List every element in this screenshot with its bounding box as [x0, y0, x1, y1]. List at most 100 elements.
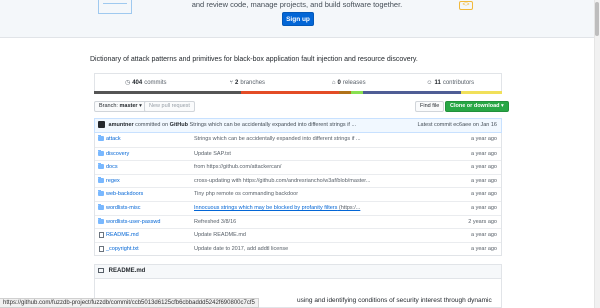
committed-text: committed on	[135, 122, 169, 128]
file-row: regex cross-updating with https://github…	[95, 173, 501, 188]
file-row: web-backdoors Tiny php remote os command…	[95, 187, 501, 201]
folder-icon	[98, 190, 104, 197]
file-commit-message[interactable]: Innocuous strings which may be blocked b…	[194, 202, 360, 215]
branches-count: 2	[235, 79, 239, 86]
contributors-label: contributors	[442, 79, 475, 86]
file-row: discovery Update SAP.txt a year ago	[95, 146, 501, 161]
file-icon	[99, 232, 104, 239]
folder-icon	[98, 135, 104, 141]
file-name[interactable]: wordlists-user-passwd	[106, 216, 160, 229]
file-name[interactable]: wordlists-misc	[106, 202, 141, 215]
commit-sha[interactable]: ec6aee	[453, 122, 471, 128]
repo-description: Dictionary of attack patterns and primit…	[90, 56, 418, 63]
history-icon: ◷	[124, 80, 131, 86]
latest-commit-label: Latest commit	[417, 122, 452, 128]
file-row: README.md Update README.md a year ago	[95, 228, 501, 242]
chevron-down-icon: ▾	[501, 103, 504, 109]
language-segment	[94, 91, 241, 94]
signup-banner: <> and review code, manage projects, and…	[0, 0, 594, 38]
file-row: _copyright.txt Update date to 2017, add …	[95, 241, 501, 256]
file-icon	[99, 245, 104, 252]
file-age: a year ago	[471, 177, 497, 184]
latest-commit-info: Latest commit ec6aee on Jan 16	[417, 119, 497, 132]
language-segment	[461, 91, 502, 94]
branch-value: master	[119, 103, 138, 109]
commit-message-rest: (https:/...	[337, 204, 361, 211]
repo-stats-bar: ◷ 404 commits ⑂ 2 branches ⌂ 0 releases …	[94, 73, 502, 91]
language-segment	[240, 91, 339, 94]
people-icon: ☺	[426, 79, 433, 86]
folder-icon	[98, 203, 104, 210]
readme-text: using and identifying conditions of secu…	[297, 297, 492, 304]
file-age: a year ago	[471, 191, 497, 198]
clone-download-button[interactable]: Clone or download ▾	[445, 101, 509, 112]
file-commit-message[interactable]: Refreshed 3/8/16	[194, 216, 236, 229]
file-commit-message[interactable]: from https://github.com/attackercan/	[194, 161, 281, 174]
language-segment	[363, 91, 462, 94]
file-row: attack Strings which can be accidentally…	[95, 133, 501, 147]
banner-text: and review code, manage projects, and bu…	[191, 0, 403, 9]
folder-icon	[98, 217, 104, 224]
file-commit-message[interactable]: cross-updating with https://github.com/a…	[194, 175, 370, 188]
releases-label: releases	[342, 79, 366, 86]
tag-icon: ⌂	[331, 79, 336, 86]
folder-icon	[98, 149, 104, 156]
branches-label: branches	[240, 79, 266, 86]
language-bar[interactable]	[94, 91, 502, 94]
file-name[interactable]: attack	[106, 133, 121, 146]
language-segment	[338, 91, 352, 94]
commit-via: GitHub	[169, 122, 189, 128]
folder-icon	[98, 163, 104, 170]
file-name[interactable]: _copyright.txt	[106, 243, 139, 256]
file-row: wordlists-misc Innocuous strings which m…	[95, 200, 501, 215]
avatar[interactable]	[98, 121, 105, 129]
file-commit-message[interactable]: Strings which can be accidentally expand…	[194, 133, 361, 146]
commits-count: 404	[132, 79, 143, 86]
file-name[interactable]: docs	[106, 161, 118, 174]
language-segment	[351, 91, 364, 94]
file-age: a year ago	[471, 136, 497, 142]
file-age: a year ago	[471, 150, 497, 157]
readme-title: README.md	[108, 268, 146, 274]
hovered-commit-link[interactable]: Innocuous strings which may be blocked b…	[194, 205, 337, 211]
file-row: wordlists-user-passwd Refreshed 3/8/16 2…	[95, 214, 501, 229]
file-commit-message[interactable]: Update SAP.txt	[194, 148, 231, 161]
page-scrollbar[interactable]	[594, 0, 600, 308]
commits-label: commits	[144, 79, 167, 86]
commit-message[interactable]: Strings which can be accidentally expand…	[190, 122, 357, 128]
releases-count: 0	[337, 79, 341, 86]
commits-link[interactable]: ◷ 404 commits	[95, 74, 197, 91]
file-name[interactable]: README.md	[106, 229, 139, 242]
status-bar-url: https://github.com/fuzzdb-project/fuzzdb…	[0, 298, 259, 308]
book-icon	[98, 267, 104, 273]
readme-header: README.md	[94, 264, 502, 279]
file-name[interactable]: web-backdoors	[106, 188, 143, 201]
file-commit-message[interactable]: Update date to 2017, add addtl license	[194, 243, 288, 256]
file-age: a year ago	[471, 245, 497, 252]
folder-icon	[98, 176, 104, 183]
file-commit-message[interactable]: Tiny php remote os commanding backdoor	[194, 188, 298, 201]
chevron-down-icon: ▾	[139, 103, 142, 109]
file-row: docs from https://github.com/attackercan…	[95, 160, 501, 174]
signup-button[interactable]: Sign up	[282, 12, 314, 26]
releases-link[interactable]: ⌂ 0 releases	[298, 74, 400, 91]
find-file-button[interactable]: Find file	[415, 101, 445, 112]
commit-date: on Jan 16	[472, 122, 497, 128]
file-commit-message[interactable]: Update README.md	[194, 229, 246, 242]
commit-author[interactable]: amuntner	[109, 122, 134, 128]
branch-select-button[interactable]: Branch: master ▾	[94, 101, 147, 112]
latest-commit-bar: amuntner committed on GitHub Strings whi…	[94, 118, 502, 133]
file-name[interactable]: regex	[106, 175, 120, 188]
file-age: a year ago	[471, 204, 497, 211]
file-age: 2 years ago	[468, 218, 497, 225]
branch-label: Branch:	[99, 103, 118, 109]
new-pull-request-button[interactable]: New pull request	[144, 101, 195, 112]
file-age: a year ago	[471, 164, 497, 171]
file-name[interactable]: discovery	[106, 148, 129, 161]
branches-link[interactable]: ⑂ 2 branches	[197, 74, 299, 91]
contributors-link[interactable]: ☺ 11 contributors	[400, 74, 502, 91]
file-age: a year ago	[471, 232, 497, 239]
branch-icon: ⑂	[229, 79, 234, 86]
scrollbar-thumb[interactable]	[595, 2, 599, 36]
clone-label: Clone or download	[450, 103, 500, 109]
